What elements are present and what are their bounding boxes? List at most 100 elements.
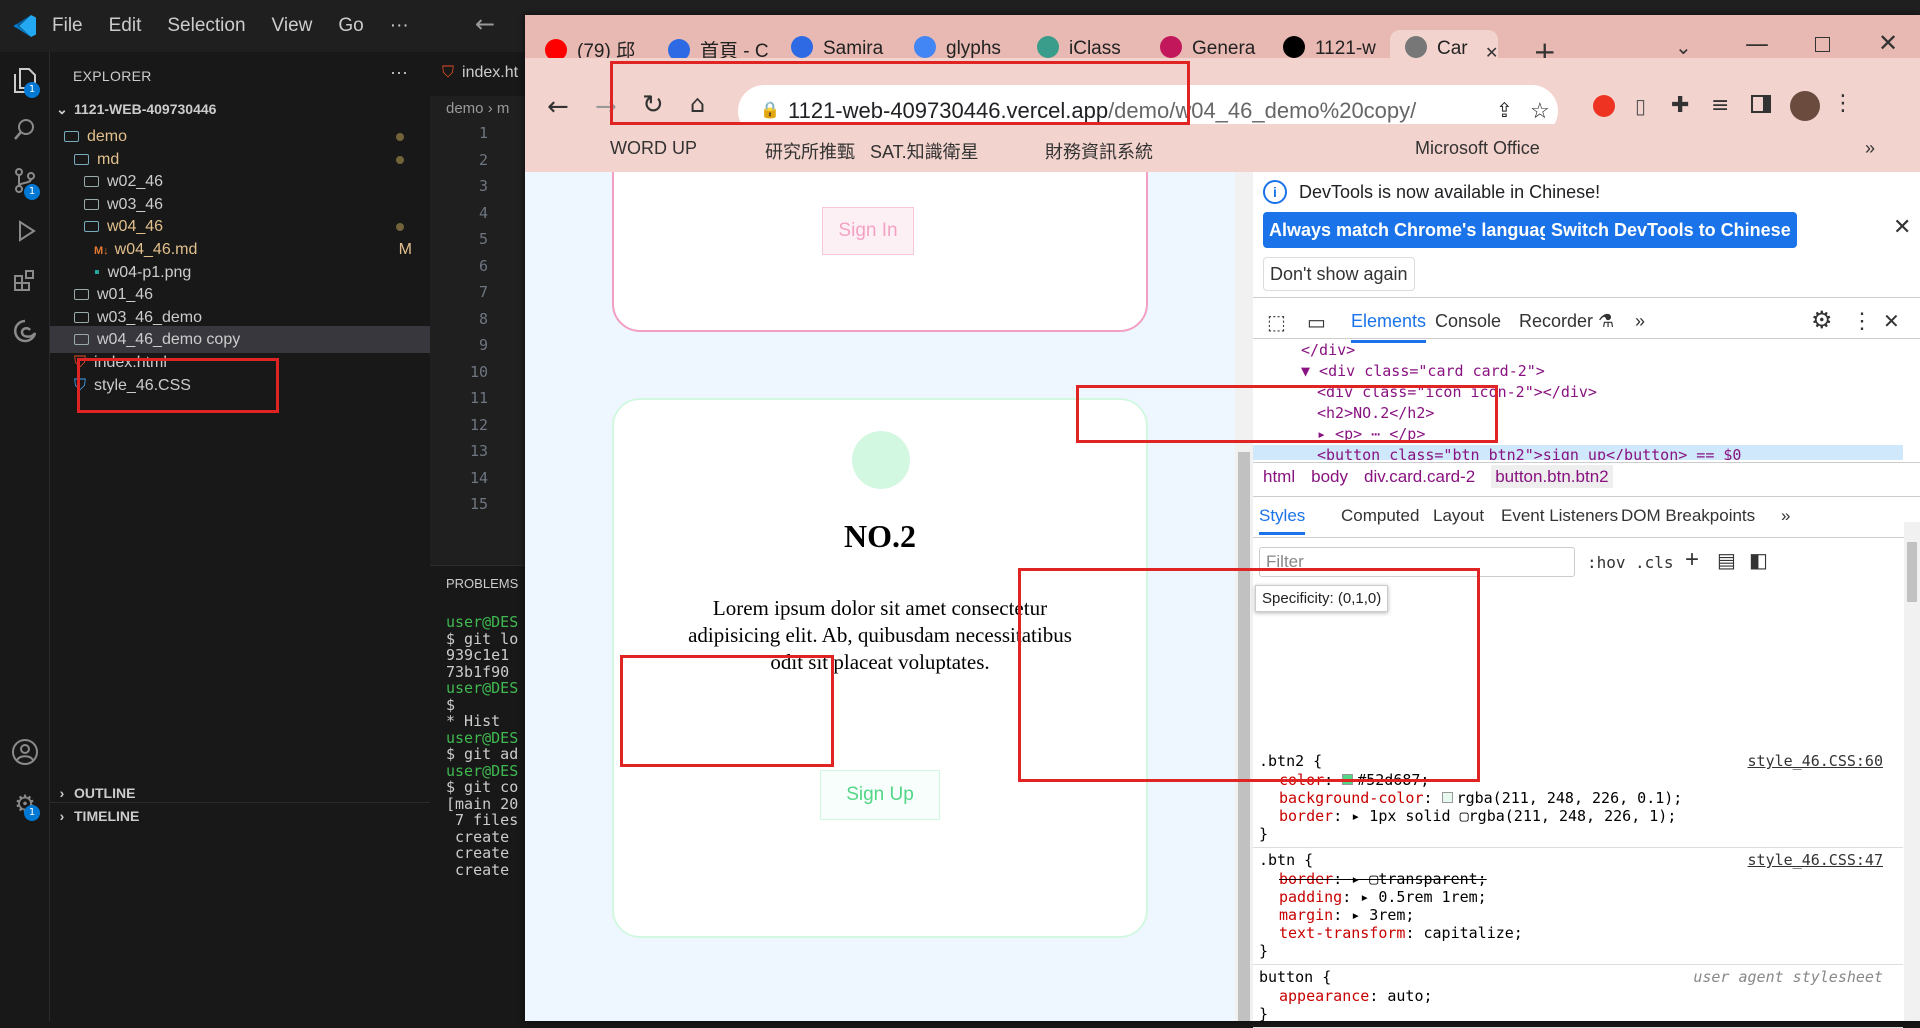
match-language-button[interactable]: Always match Chrome's language <box>1263 212 1567 248</box>
chrome-menu-icon[interactable]: ⋮ <box>1832 91 1854 116</box>
dom-node[interactable]: <h2>NO.2</h2> <box>1253 403 1903 424</box>
rule-source-link[interactable]: style_46.CSS:47 <box>1748 851 1883 869</box>
forward-button[interactable]: → <box>595 92 617 122</box>
rule-source-link[interactable]: style_46.CSS:60 <box>1748 752 1883 770</box>
page-scrollbar[interactable] <box>1235 172 1253 1021</box>
gear-icon[interactable]: ⚙ 1 <box>9 788 41 821</box>
tree-item-label: w03_46_demo <box>97 308 202 326</box>
css-declaration[interactable]: appearance: auto; <box>1279 987 1433 1005</box>
panel-tab-problems[interactable]: PROBLEMS <box>446 576 518 591</box>
inspect-icon[interactable]: ⬚ <box>1267 310 1286 335</box>
devtools-tab[interactable]: Recorder ⚗ <box>1519 311 1614 332</box>
bookmarks-more[interactable]: » <box>1865 138 1875 159</box>
devtools-tab[interactable]: » <box>1635 311 1645 332</box>
styles-filter-input[interactable]: Filter <box>1259 547 1575 577</box>
devtools-tab[interactable]: Console <box>1435 311 1501 332</box>
close-window-button[interactable]: ✕ <box>1878 29 1898 57</box>
cls-toggle[interactable]: .cls <box>1635 553 1674 572</box>
menu-item[interactable]: Selection <box>167 15 245 37</box>
side-panel-icon[interactable] <box>1751 95 1771 113</box>
css-declaration[interactable]: color: #52d687; <box>1279 771 1429 789</box>
avatar[interactable] <box>1790 91 1820 121</box>
timeline-section[interactable]: › TIMELINE <box>50 802 430 829</box>
reading-list-icon[interactable]: ≡ <box>1711 93 1729 118</box>
color-swatch[interactable] <box>1342 774 1354 785</box>
menu-item[interactable]: View <box>272 15 313 37</box>
sign-up-button[interactable]: Sign Up <box>820 770 940 820</box>
dom-breadcrumb[interactable]: body <box>1311 467 1348 486</box>
more-options-icon[interactable]: ⋮ <box>1851 308 1873 334</box>
extensions-icon[interactable] <box>9 268 41 300</box>
dom-node[interactable]: <div class="icon icon-2"></div> <box>1253 382 1903 403</box>
editor-tab-index[interactable]: ⛉ index.ht <box>442 64 518 82</box>
styles-subtab[interactable]: DOM Breakpoints <box>1621 506 1755 526</box>
dont-show-button[interactable]: Don't show again <box>1263 257 1415 291</box>
reload-button[interactable]: ↻ <box>642 90 664 120</box>
css-declaration[interactable]: border: ▸ ▢transparent; <box>1279 870 1487 888</box>
bookmark-item[interactable]: Microsoft Office <box>1415 138 1540 159</box>
dom-breadcrumb[interactable]: html <box>1263 467 1295 486</box>
dom-node[interactable]: <button class="btn btn2">sign up</button… <box>1253 445 1903 460</box>
device-toolbar-icon[interactable]: ▭ <box>1307 310 1326 335</box>
selector-text: button { <box>1259 968 1332 986</box>
menu-item[interactable]: File <box>52 15 83 37</box>
styles-subtab[interactable]: Layout <box>1433 506 1484 526</box>
close-devtools-icon[interactable]: ✕ <box>1883 309 1900 334</box>
styles-subtab[interactable]: Event Listeners <box>1501 506 1618 526</box>
styles-subtab[interactable]: » <box>1781 506 1790 526</box>
bookmark-item[interactable]: 財務資訊系統 <box>1045 138 1153 164</box>
terminal-line: $ <box>446 695 456 714</box>
styles-subtab[interactable]: Computed <box>1341 506 1419 526</box>
maximize-button[interactable] <box>1815 37 1830 52</box>
dom-breadcrumb[interactable]: button.btn.btn2 <box>1491 465 1613 488</box>
source-control-icon[interactable]: 1 <box>9 167 41 200</box>
settings-gear-icon[interactable]: ⚙ <box>1811 306 1833 335</box>
color-swatch[interactable] <box>1441 792 1453 803</box>
bookmark-item[interactable]: 研究所推甄 <box>765 138 855 164</box>
switch-chinese-button[interactable]: Switch DevTools to Chinese <box>1545 212 1797 248</box>
menu-item[interactable]: Edit <box>109 15 142 37</box>
extensions-puzzle-icon[interactable]: ✚ <box>1671 93 1689 118</box>
dom-breadcrumb[interactable]: div.card.card-2 <box>1364 467 1475 486</box>
sign-in-button[interactable]: Sign In <box>822 207 914 255</box>
close-infobar-icon[interactable]: ✕ <box>1893 214 1911 240</box>
edge-icon[interactable] <box>9 318 41 350</box>
home-button[interactable]: ⌂ <box>690 90 705 118</box>
bookmark-item[interactable]: WORD UP <box>610 138 697 159</box>
property-name: border <box>1279 807 1334 825</box>
tree-item[interactable]: ⛉ style_46.CSS <box>50 372 430 399</box>
run-debug-icon[interactable] <box>9 218 41 250</box>
sidebar-toggle-icon[interactable]: ◧ <box>1749 548 1768 573</box>
menu-item[interactable]: Go <box>338 15 363 37</box>
dom-node[interactable]: ▸ <p> ⋯ </p> <box>1253 424 1903 445</box>
folder-icon <box>84 221 99 233</box>
minimize-button[interactable]: — <box>1745 30 1769 58</box>
css-declaration[interactable]: text-transform: capitalize; <box>1279 924 1523 942</box>
paint-icon[interactable]: ▤ <box>1717 548 1736 573</box>
new-rule-icon[interactable]: + <box>1685 546 1699 574</box>
extension-icon[interactable] <box>1593 95 1615 117</box>
bookmark-item[interactable]: SAT.知識衛星 <box>870 138 979 164</box>
account-icon[interactable] <box>9 738 41 770</box>
explorer-more-button[interactable]: ··· <box>390 62 408 83</box>
back-arrow-icon[interactable]: ← <box>475 10 495 38</box>
explorer-sidebar: EXPLORER ··· ⌄ 1121-WEB-409730446 demo md w… <box>50 52 430 1021</box>
css-declaration[interactable]: border: ▸ 1px solid ▢rgba(211, 248, 226,… <box>1279 807 1676 825</box>
styles-subtab[interactable]: Styles <box>1259 506 1306 535</box>
url-path: /demo/w04_46_demo%20copy/ <box>1108 98 1417 123</box>
outline-label: OUTLINE <box>74 785 136 801</box>
hov-toggle[interactable]: :hov <box>1587 553 1626 572</box>
back-button[interactable]: ← <box>547 92 569 122</box>
css-declaration[interactable]: background-color: rgba(211, 248, 226, 0.… <box>1279 789 1682 807</box>
search-icon[interactable] <box>9 117 41 149</box>
menu-item[interactable]: ··· <box>390 15 409 37</box>
files-icon[interactable]: 1 <box>9 66 41 98</box>
dom-node[interactable]: </div> <box>1253 340 1903 361</box>
dom-node[interactable]: ▼ <div class="card card-2"> <box>1253 361 1903 382</box>
rule-source-link[interactable]: user agent stylesheet <box>1693 968 1883 986</box>
css-declaration[interactable]: padding: ▸ 0.5rem 1rem; <box>1279 888 1487 906</box>
css-declaration[interactable]: margin: ▸ 3rem; <box>1279 906 1414 924</box>
tab-search-icon[interactable]: ⌄ <box>1675 35 1692 59</box>
page-icon[interactable]: ▯ <box>1635 94 1646 118</box>
project-root[interactable]: ⌄ 1121-WEB-409730446 <box>50 96 430 123</box>
